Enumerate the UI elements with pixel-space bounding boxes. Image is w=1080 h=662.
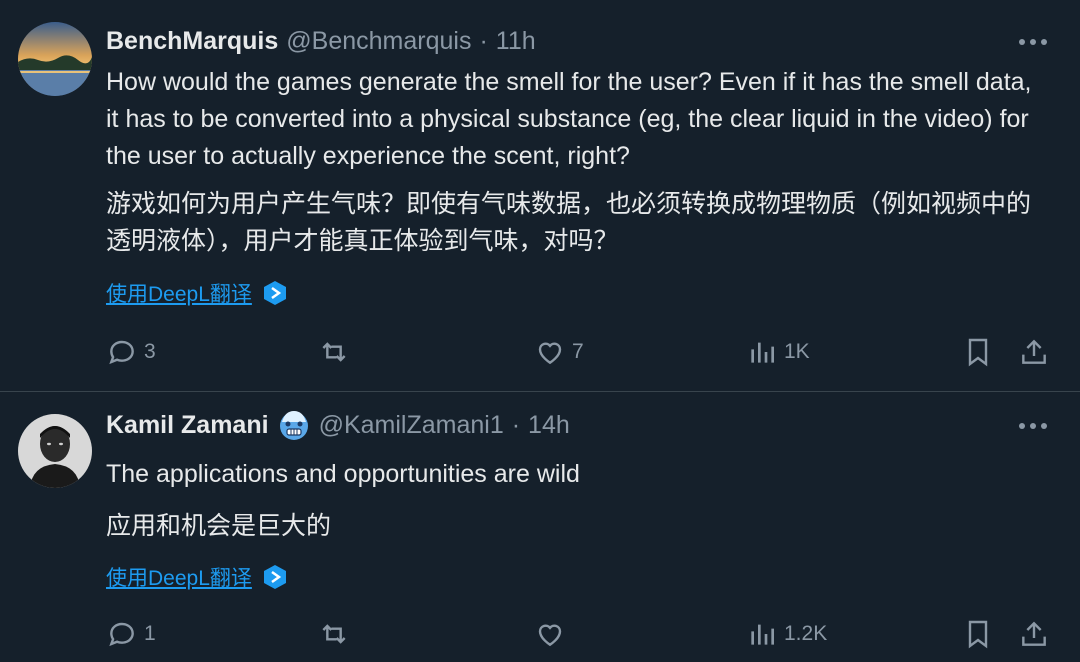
bookmark-icon (968, 338, 988, 367)
reply-count: 3 (144, 340, 156, 363)
views-count: 1.2K (784, 622, 828, 645)
reply-icon (109, 340, 134, 365)
reply-count: 1 (144, 622, 156, 645)
bookmark-icon (968, 620, 988, 649)
avatar[interactable] (18, 22, 92, 96)
translate-label[interactable]: 使用DeepL翻译 (106, 562, 252, 592)
tweet-header: BenchMarquis @Benchmarquis · 11h (106, 24, 1020, 58)
tweet-2[interactable]: Kamil Zamani @KamilZamani1 · 14h The app… (0, 392, 1080, 662)
deepl-icon (263, 565, 286, 589)
share-button[interactable] (1018, 614, 1050, 654)
tweet-translation: 应用和机会是巨大的 (106, 512, 332, 540)
tweet-text: The applications and opportunities are w… (106, 460, 580, 488)
author-name[interactable]: Kamil Zamani (106, 411, 269, 440)
timestamp[interactable]: 14h (528, 411, 570, 440)
translate-label[interactable]: 使用DeepL翻译 (106, 278, 252, 308)
portrait-avatar-icon (18, 414, 92, 488)
more-options-icon[interactable] (1018, 36, 1048, 48)
reply-icon (109, 622, 134, 647)
deepl-icon (263, 281, 286, 305)
retweet-icon (322, 624, 346, 644)
tweet-text: How would the games generate the smell f… (106, 68, 1032, 170)
retweet-button[interactable] (318, 332, 356, 372)
share-icon (1022, 339, 1046, 364)
share-button[interactable] (1018, 332, 1050, 372)
bookmark-button[interactable] (962, 332, 994, 372)
avatar[interactable] (18, 414, 92, 488)
views-button[interactable]: 1.2K (746, 614, 827, 654)
tweet-header: Kamil Zamani @KamilZamani1 · 14h (106, 408, 1020, 442)
author-handle[interactable]: @KamilZamani1 (319, 411, 504, 440)
reply-button[interactable]: 3 (106, 332, 156, 372)
bookmark-button[interactable] (962, 614, 994, 654)
separator: · (479, 26, 488, 55)
tweet-1[interactable]: BenchMarquis @Benchmarquis · 11h How wou… (0, 0, 1080, 392)
reply-button[interactable]: 1 (106, 614, 156, 654)
views-button[interactable]: 1K (746, 332, 810, 372)
more-options-icon[interactable] (1018, 420, 1048, 432)
timestamp[interactable]: 11h (496, 27, 536, 56)
translate-link[interactable]: 使用DeepL翻译 (106, 562, 288, 592)
views-icon (751, 342, 774, 363)
author-name[interactable]: BenchMarquis (106, 27, 278, 56)
heart-icon (538, 624, 562, 647)
retweet-icon (322, 342, 346, 362)
share-icon (1022, 621, 1046, 646)
tweet-actions: 1 1.2K (0, 614, 1080, 654)
heart-icon (538, 342, 562, 365)
retweet-button[interactable] (318, 614, 356, 654)
like-button[interactable]: 7 (534, 332, 584, 372)
views-count: 1K (784, 340, 810, 363)
tweet-translation: 游戏如何为用户产生气味？即使有气味数据，也必须转换成物理物质（例如视频中的透明液… (106, 190, 1032, 255)
landscape-avatar-icon (18, 22, 92, 96)
author-handle[interactable]: @Benchmarquis (286, 27, 471, 56)
translate-link[interactable]: 使用DeepL翻译 (106, 278, 288, 308)
separator: · (511, 410, 521, 439)
like-button[interactable] (534, 614, 572, 654)
tweet-actions: 3 7 1K (0, 332, 1080, 372)
views-icon (751, 624, 774, 645)
like-count: 7 (572, 340, 584, 363)
cold-face-emoji-icon (279, 411, 308, 440)
